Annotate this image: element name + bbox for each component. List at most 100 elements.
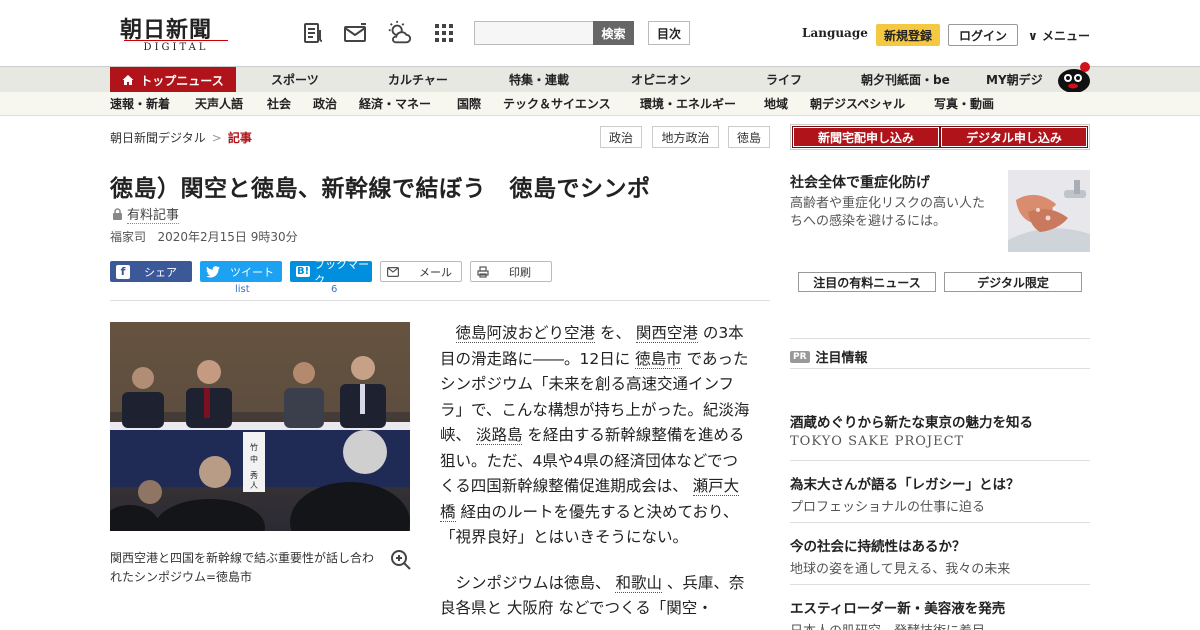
zoom-icon[interactable] (390, 549, 412, 571)
article-text: を、 (595, 324, 636, 342)
twitter-count[interactable]: list (235, 284, 250, 295)
nav-item-features[interactable]: 特集・連載 (509, 67, 569, 93)
signup-button[interactable]: 新規登録 (876, 24, 940, 46)
nav-top-news-label: トップニュース (140, 73, 224, 88)
ad-title-1[interactable]: 酒蔵めぐりから新たな東京の魅力を知る (790, 411, 1033, 431)
mascot-icon[interactable] (1054, 59, 1094, 93)
nav2-item-region[interactable]: 地域 (764, 92, 788, 116)
nav-item-opinion[interactable]: オピニオン (631, 67, 691, 93)
nav2-item-international[interactable]: 国際 (457, 92, 481, 116)
ad-title-4[interactable]: エスティローダー新・美容液を発売 (790, 597, 1005, 617)
nav2-item-politics[interactable]: 政治 (313, 92, 337, 116)
ad-title-3[interactable]: 今の社会に持続性はあるか？ (790, 535, 966, 555)
newspaper-icon[interactable] (301, 20, 327, 46)
publish-datetime: 2020年2月15日 9時30分 (157, 230, 298, 244)
breadcrumb: 朝日新聞デジタル > 記事 (110, 129, 252, 146)
ad-sub-1: TOKYO SAKE PROJECT (790, 434, 965, 449)
article-keyword-link[interactable]: 和歌山 (615, 573, 662, 593)
nav-item-culture[interactable]: カルチャー (388, 67, 448, 93)
logo-subtitle: DIGITAL (124, 40, 228, 53)
placard-char-2: 中 (250, 454, 258, 464)
photo-caption: 関西空港と四国を新幹線で結ぶ重要性が話し合われたシンポジウム=徳島市 (110, 551, 375, 584)
mail-icon[interactable] (343, 20, 369, 46)
menu-label: メニュー (1041, 29, 1090, 43)
menu-button[interactable]: ∨ メニュー (1028, 27, 1090, 44)
article-text: 経由のルートを優先すると決めており、「視界良好」とはいきそうにない。 (440, 502, 739, 547)
mail-share-button[interactable]: メール (380, 261, 462, 282)
facebook-share-button[interactable]: f シェア (110, 261, 192, 282)
pr-badge: PR (790, 350, 810, 363)
handwashing-image[interactable] (1008, 170, 1090, 252)
article-keyword-link[interactable]: 徳島市 (635, 349, 682, 369)
ad-title-2[interactable]: 為末大さんが語る「レガシー」とは？ (790, 473, 1020, 493)
article-text: シンポジウムは徳島、 (455, 573, 616, 592)
secondary-nav: 速報・新着 天声人語 社会 政治 経済・マネー 国際 テック＆サイエンス 環境・… (0, 92, 1200, 116)
search-button[interactable]: 検索 (593, 21, 634, 45)
placard-char-3: 秀 (250, 470, 258, 480)
nav-item-life[interactable]: ライフ (766, 67, 802, 93)
nav2-item-breaking[interactable]: 速報・新着 (110, 92, 170, 116)
twitter-share-label: ツイート (230, 265, 274, 279)
home-icon (122, 75, 134, 85)
nav2-item-photo[interactable]: 写真・動画 (934, 92, 994, 116)
nav2-item-tech[interactable]: テック＆サイエンス (503, 92, 611, 116)
tag-politics[interactable]: 政治 (600, 126, 642, 148)
hatena-icon: B! (296, 266, 311, 277)
lock-icon (113, 208, 122, 220)
article-body: 徳島阿波おどり空港 を、 関西空港 の3本目の滑走路に――。12日に 徳島市 で… (440, 321, 750, 630)
mail-icon (387, 266, 399, 277)
language-link[interactable]: Language (802, 26, 868, 40)
chevron-down-icon: ∨ (1028, 29, 1038, 43)
divider (790, 460, 1090, 461)
article-paragraph-2: シンポジウムは徳島、 和歌山 、兵庫、奈良各県と 大阪府 などでつくる「関空・ (440, 571, 750, 622)
divider (790, 368, 1090, 369)
paid-label-text: 有料記事 (127, 204, 180, 224)
nav2-item-special[interactable]: 朝デジスペシャル (810, 92, 905, 116)
login-button[interactable]: ログイン (948, 24, 1018, 46)
article-keyword-link[interactable]: 淡路島 (475, 426, 523, 445)
hatena-count[interactable]: 6 (331, 284, 337, 295)
twitter-share-button[interactable]: ツイート (200, 261, 282, 282)
nav2-item-economy[interactable]: 経済・マネー (359, 92, 431, 116)
promo-title[interactable]: 社会全体で重症化防げ (790, 172, 930, 192)
apps-icon[interactable] (431, 20, 457, 46)
nav2-item-environment[interactable]: 環境・エネルギー (640, 92, 736, 116)
tag-local-politics[interactable]: 地方政治 (652, 126, 719, 148)
nav-item-paper[interactable]: 朝夕刊紙面・be (861, 67, 950, 93)
hatena-bookmark-button[interactable]: B! ブックマーク (290, 258, 372, 287)
placard-char-1: 竹 (250, 442, 258, 452)
tab-digital-only[interactable]: デジタル限定 (944, 272, 1082, 292)
weather-icon[interactable] (386, 20, 412, 46)
paid-article-label: 有料記事 (112, 204, 180, 224)
nav-top-news[interactable]: トップニュース (110, 67, 236, 93)
digital-subscribe-button[interactable]: デジタル申し込み (940, 126, 1088, 148)
article-paragraph-1: 徳島阿波おどり空港 を、 関西空港 の3本目の滑走路に――。12日に 徳島市 で… (440, 321, 750, 551)
twitter-icon (206, 265, 220, 278)
primary-nav: トップニュース スポーツ カルチャー 特集・連載 オピニオン ライフ 朝夕刊紙面… (0, 62, 1200, 93)
article-keyword-link[interactable]: 関西空港 (635, 324, 698, 343)
nav-item-sports[interactable]: スポーツ (271, 67, 319, 93)
print-button[interactable]: 印刷 (470, 261, 552, 282)
pr-heading-text: 注目情報 (815, 351, 868, 366)
nav2-item-society[interactable]: 社会 (267, 92, 291, 116)
pr-section-heading: PR 注目情報 (790, 347, 868, 366)
print-label: 印刷 (509, 265, 531, 279)
article-photo[interactable]: 竹 中 秀 人 (110, 322, 410, 531)
article-headline: 徳島）関空と徳島、新幹線で結ぼう 徳島でシンポ (110, 176, 651, 202)
tab-paid-news[interactable]: 注目の有料ニュース (798, 272, 936, 292)
facebook-icon: f (116, 264, 130, 279)
newspaper-subscribe-button[interactable]: 新聞宅配申し込み (792, 126, 940, 148)
ad-sub-3: 地球の姿を通して見える、我々の未来 (790, 562, 1011, 577)
facebook-share-label: シェア (144, 265, 177, 279)
nav2-item-tensei[interactable]: 天声人語 (195, 92, 243, 116)
hatena-label: ブックマーク (314, 257, 370, 287)
tag-tokushima[interactable]: 徳島 (728, 126, 770, 148)
toc-button[interactable]: 目次 (648, 21, 690, 45)
mail-share-label: メール (419, 265, 452, 279)
nav-item-my[interactable]: MY朝デジ (986, 67, 1043, 93)
article-keyword-link[interactable]: 徳島阿波おどり空港 (455, 324, 596, 343)
ad-sub-4: 日本人の肌研究、発酵技術に着目 (790, 620, 985, 630)
divider (790, 522, 1090, 523)
breadcrumb-home[interactable]: 朝日新聞デジタル (110, 131, 206, 145)
search-input[interactable] (474, 21, 594, 45)
